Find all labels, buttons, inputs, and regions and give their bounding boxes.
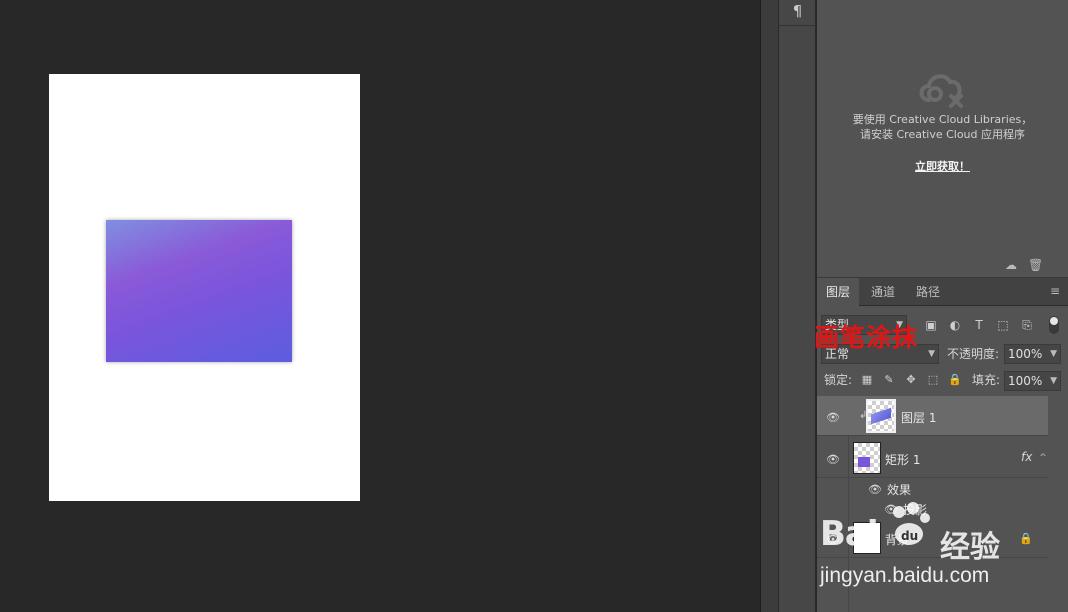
eye-icon[interactable]: 👁	[867, 484, 883, 496]
fill-value: 100%	[1008, 374, 1043, 388]
document-canvas[interactable]	[49, 74, 360, 501]
libraries-panel: 要使用 Creative Cloud Libraries， 请安装 Creati…	[817, 0, 1068, 278]
fill-label: 填充:	[972, 373, 1001, 387]
lock-label: 锁定:	[824, 373, 853, 387]
panel-menu-icon[interactable]: ≡	[1048, 284, 1062, 298]
canvas-workspace[interactable]	[0, 0, 760, 612]
lock-icon: 🔒	[1019, 532, 1033, 545]
libraries-message: 要使用 Creative Cloud Libraries， 请安装 Creati…	[817, 112, 1068, 142]
opacity-value: 100%	[1008, 347, 1043, 361]
chevron-down-icon: ▼	[1050, 349, 1057, 359]
gradient-rectangle-shape[interactable]	[106, 220, 292, 362]
shape-filter-icon[interactable]: ⬚	[995, 318, 1011, 332]
layer-row-rectangle1[interactable]: 👁 矩形 1 fx	[817, 438, 1048, 478]
paragraph-panel-button[interactable]: ¶	[779, 0, 816, 26]
lock-transparency-icon[interactable]: ▦	[860, 373, 874, 387]
type-filter-icon[interactable]: T	[971, 318, 987, 332]
libraries-message-line2: 请安装 Creative Cloud 应用程序	[859, 128, 1026, 141]
lock-artboard-icon[interactable]: ⬚	[926, 373, 940, 387]
layer-row-effects[interactable]: 👁 效果	[817, 480, 1048, 500]
chevron-up-icon[interactable]: ^	[1038, 453, 1048, 463]
lock-row: 锁定: ▦ ✎ ✥ ⬚ 🔒 填充: 100% ▼	[817, 370, 1068, 392]
opacity-label: 不透明度:	[947, 347, 1000, 361]
watermark-logo-text: Bai	[820, 514, 879, 554]
collapsed-panel-strip	[778, 0, 816, 612]
fx-badge-icon[interactable]: fx	[1021, 450, 1032, 464]
watermark-logo-suffix: du	[901, 529, 918, 543]
get-it-now-link[interactable]: 立即获取！	[817, 158, 1068, 174]
pixel-filter-icon[interactable]: ▣	[923, 318, 939, 332]
thumbnail-content	[871, 407, 891, 425]
layer-name[interactable]: 图层 1	[901, 410, 936, 426]
opacity-input[interactable]: 100% ▼	[1004, 344, 1061, 364]
adjustment-filter-icon[interactable]: ◐	[947, 318, 963, 332]
layer-thumbnail[interactable]	[866, 399, 896, 433]
baidu-watermark-logo: Bai	[820, 514, 879, 554]
baidu-jingyan-brand: 经验	[940, 530, 1000, 565]
chevron-down-icon: ▼	[1050, 376, 1057, 386]
cloud-sync-icon[interactable]: ☁	[1004, 258, 1018, 272]
layers-panel-tabs: 图层 通道 路径 ≡	[817, 278, 1068, 306]
thumbnail-content	[858, 457, 870, 467]
creative-cloud-offline-icon	[919, 74, 963, 108]
libraries-message-line1: 要使用 Creative Cloud Libraries，	[852, 113, 1033, 126]
panel-dock-divider	[760, 0, 778, 612]
red-annotation-text: 画笔涂抹	[814, 323, 919, 352]
effects-label[interactable]: 效果	[887, 482, 911, 498]
paragraph-icon: ¶	[792, 2, 803, 20]
fill-input[interactable]: 100% ▼	[1004, 371, 1061, 391]
layer-name[interactable]: 矩形 1	[885, 452, 920, 468]
layer-row-layer1[interactable]: 👁 ↲ 图层 1	[817, 396, 1048, 436]
lock-image-icon[interactable]: ✎	[882, 373, 896, 387]
tab-paths[interactable]: 路径	[907, 278, 949, 306]
lock-position-icon[interactable]: ✥	[904, 373, 918, 387]
watermark-url: jingyan.baidu.com	[820, 564, 990, 587]
filter-toggle[interactable]	[1049, 316, 1059, 334]
layer-thumbnail[interactable]	[853, 442, 881, 474]
smart-object-filter-icon[interactable]: ⎘	[1019, 318, 1035, 332]
eye-icon[interactable]: 👁	[825, 454, 841, 466]
eye-icon[interactable]: 👁	[825, 412, 841, 424]
tab-channels[interactable]: 通道	[862, 278, 904, 306]
lock-all-icon[interactable]: 🔒	[948, 373, 962, 387]
trash-icon[interactable]: 🗑	[1028, 258, 1043, 272]
baidu-paw-icon: du	[893, 502, 930, 545]
tab-layers[interactable]: 图层	[817, 278, 860, 306]
chevron-down-icon: ▼	[928, 349, 935, 359]
